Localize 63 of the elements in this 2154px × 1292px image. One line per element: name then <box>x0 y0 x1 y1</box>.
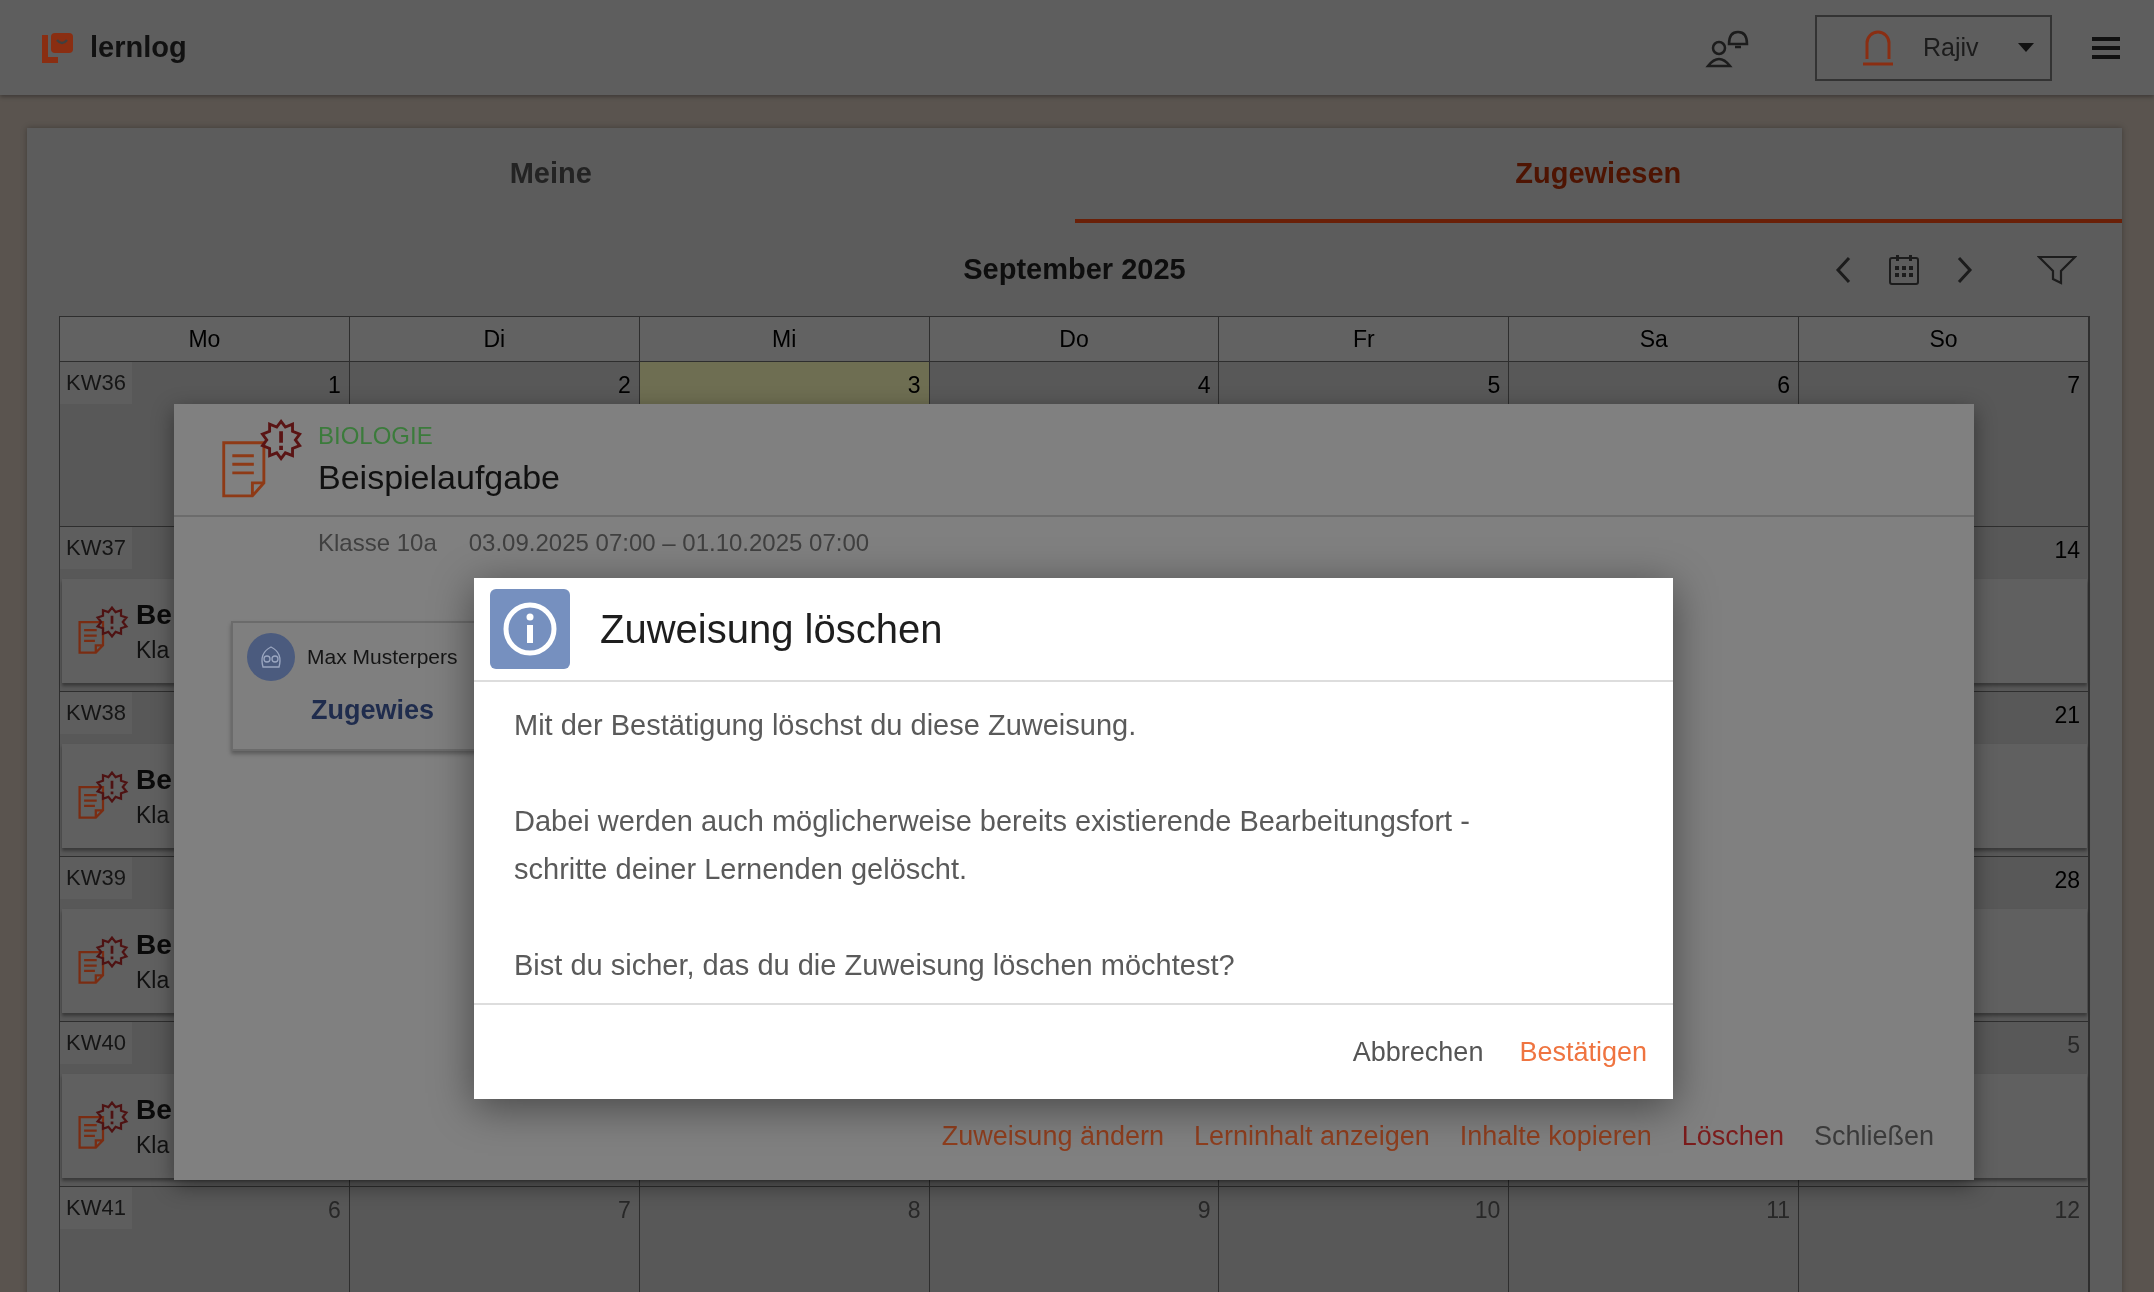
day-number: 7 <box>2067 371 2081 399</box>
calendar-icon[interactable] <box>1889 254 1919 285</box>
event-title: Be <box>136 763 172 796</box>
day-number: 5 <box>1487 371 1502 399</box>
action-button[interactable]: Zuweisung ändern <box>941 1121 1164 1152</box>
subject-label: BIOLOGIE <box>318 422 434 450</box>
event-title: Be <box>136 1093 172 1126</box>
weekday-label: Di <box>349 317 640 361</box>
weekday-label: Mo <box>60 317 350 361</box>
app-name: lernlog <box>90 31 187 64</box>
week-number: KW37 <box>60 527 132 569</box>
dialog-message: Bist du sicher, das du die Zuweisung löschen möchtest? <box>514 948 1236 983</box>
student-name: Max Musterpers <box>307 645 458 669</box>
weekday-label: Mi <box>639 317 930 361</box>
day-number: 1 <box>328 371 342 399</box>
week-number: KW36 <box>60 362 132 404</box>
event-detail: Kla <box>136 1131 171 1159</box>
filter-icon[interactable] <box>2037 254 2077 285</box>
day-number: 21 <box>2054 701 2081 729</box>
dialog-button[interactable]: Abbrechen <box>1352 1036 1484 1068</box>
weekday-label: Sa <box>1509 317 1800 361</box>
action-button[interactable]: Schließen <box>1813 1121 1934 1152</box>
day-number: 4 <box>1197 371 1212 399</box>
action-button[interactable]: Lerninhalt anzeigen <box>1194 1121 1430 1152</box>
chevron-left-icon[interactable] <box>1835 255 1851 284</box>
day-number: 6 <box>1777 371 1792 399</box>
tab[interactable]: Meine <box>27 128 1075 223</box>
day-number: 2 <box>617 371 632 399</box>
assignment-title: Beispielaufgabe <box>318 458 560 497</box>
chevron-right-icon[interactable] <box>1957 255 1973 284</box>
caret-icon <box>2018 42 2034 53</box>
user-menu[interactable]: Rajiv <box>1815 14 2052 81</box>
event-detail: Kla <box>136 966 171 994</box>
week-number: KW41 <box>60 1187 132 1229</box>
info-icon <box>490 589 570 669</box>
weekday-label: Do <box>929 317 1220 361</box>
weekday-label: Fr <box>1219 317 1510 361</box>
class-label: Klasse 10a <box>318 529 437 557</box>
event-detail: Kla <box>136 801 171 829</box>
event-title: Be <box>136 598 172 631</box>
dialog-button[interactable]: Bestätigen <box>1519 1036 1647 1068</box>
dialog-message: Dabei werden auch möglicherweise bereits existierende Bearbeitungsfort - schritte deiner Lernenden gelöscht. <box>514 804 1471 887</box>
week-number: KW38 <box>60 692 132 734</box>
logo-icon <box>40 30 76 65</box>
day-number: 3 <box>907 371 922 399</box>
alarm-icon <box>1861 28 1895 67</box>
menu-icon[interactable] <box>2092 36 2120 59</box>
tab[interactable]: Zugewiesen <box>1074 128 2122 223</box>
week-number: KW40 <box>60 1022 132 1064</box>
week-number: KW39 <box>60 857 132 899</box>
dialog-title: Zuweisung löschen <box>600 606 943 652</box>
student-status: Zugewies <box>310 694 435 726</box>
action-button[interactable]: Inhalte kopieren <box>1459 1121 1652 1152</box>
day-number: 14 <box>2054 536 2081 564</box>
dialog-message: Mit der Bestätigung löschst du diese Zuweisung. <box>514 708 1138 743</box>
event-detail: Kla <box>136 636 171 664</box>
action-button[interactable]: Löschen <box>1681 1121 1784 1152</box>
day-number: 28 <box>2054 866 2081 894</box>
weekday-label: So <box>1799 317 2089 361</box>
period-label: 03.09.2025 07:00 – 01.10.2025 07:00 <box>468 529 870 557</box>
event-title: Be <box>136 928 172 961</box>
avatar-icon <box>247 633 295 681</box>
month-title: September 2025 <box>963 253 1186 286</box>
